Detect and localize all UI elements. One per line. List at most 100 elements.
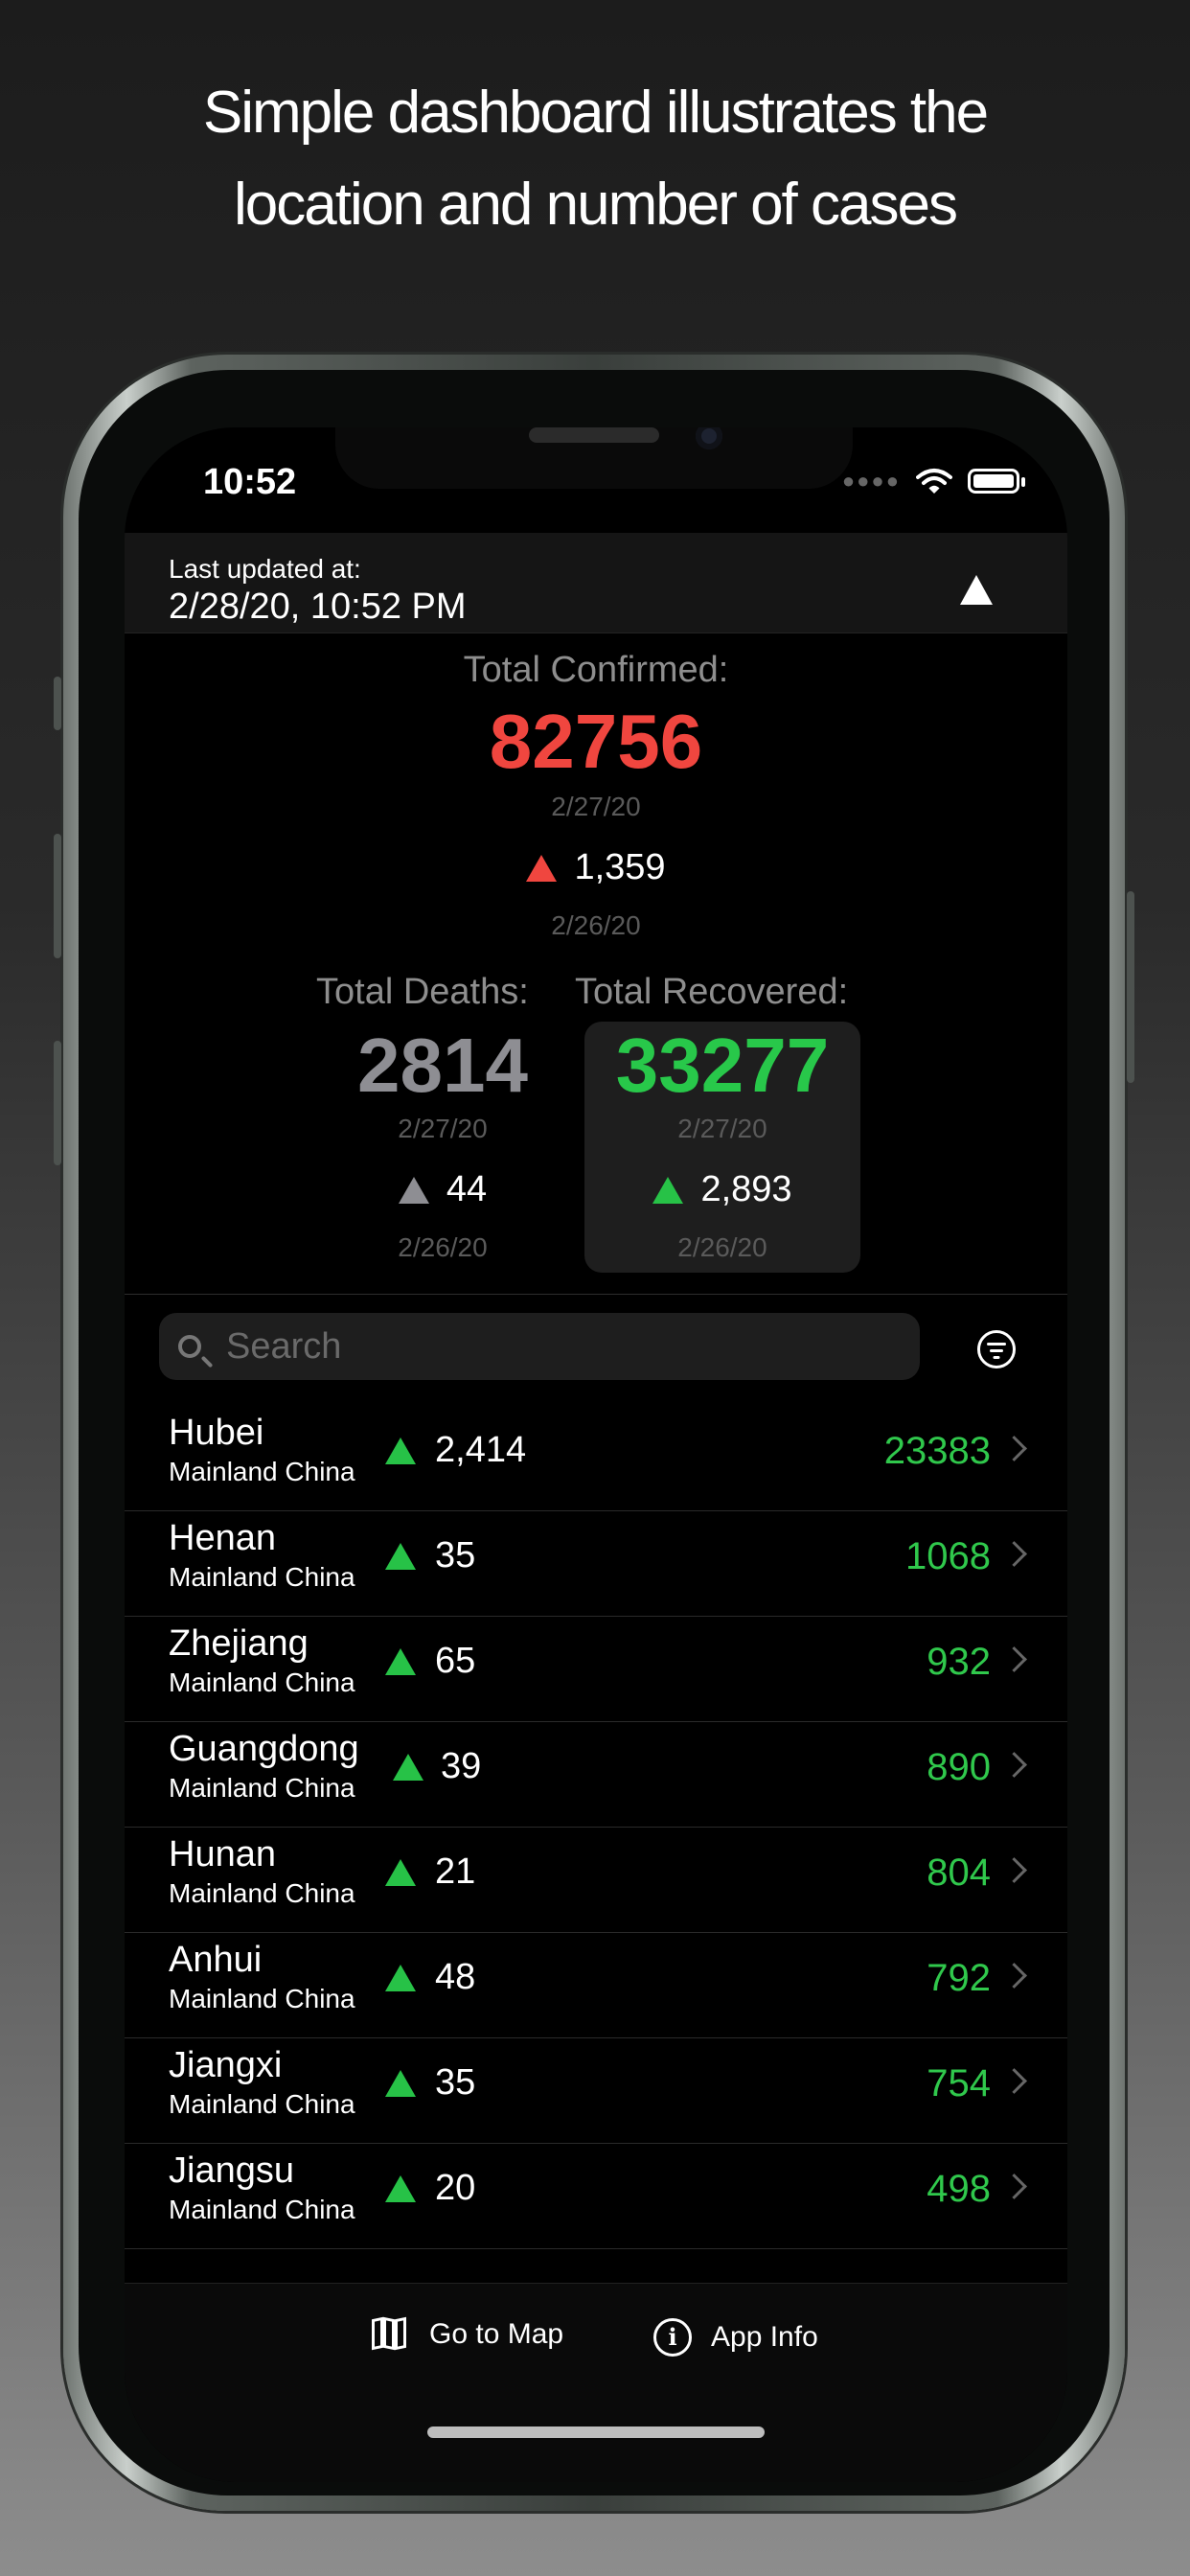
region-country: Mainland China <box>169 1668 355 1697</box>
region-name: Jiangsu <box>169 2150 294 2191</box>
last-updated-date: 2/28/20, 10:52 PM <box>169 586 467 627</box>
app-info-label: App Info <box>711 2321 818 2353</box>
map-icon <box>372 2316 410 2351</box>
list-item[interactable]: Jiangsu Mainland China 20 498 <box>125 2143 1067 2249</box>
region-value: 498 <box>927 2168 991 2210</box>
search-bar[interactable] <box>159 1313 920 1380</box>
search-icon <box>178 1335 201 1358</box>
region-delta: 2,414 <box>435 1430 527 1470</box>
bottom-toolbar: Go to Map i App Info <box>125 2283 1067 2482</box>
region-delta: 35 <box>435 2062 476 2103</box>
deaths-delta: 44 <box>299 1169 586 1210</box>
confirmed-up-icon <box>526 854 558 882</box>
list-item[interactable]: Guangdong Mainland China 39 890 <box>125 1721 1067 1828</box>
power-button <box>1127 891 1134 1083</box>
total-confirmed-value: 82756 <box>489 699 703 784</box>
region-delta: 39 <box>441 1746 482 1786</box>
region-value: 932 <box>927 1641 991 1683</box>
region-delta: 48 <box>435 1957 476 1997</box>
region-country: Mainland China <box>169 1984 355 2013</box>
filter-icon[interactable] <box>977 1330 1016 1368</box>
region-value: 804 <box>927 1852 991 1894</box>
up-triangle-icon <box>385 1438 416 1464</box>
status-icons: ●●●● <box>841 468 1025 494</box>
camera-icon <box>696 427 722 449</box>
status-time: 10:52 <box>203 462 297 502</box>
region-list[interactable]: Hubei Mainland China 2,414 23383 Henan M… <box>125 1405 1067 2287</box>
speaker-grille <box>529 427 659 443</box>
notch <box>335 427 853 489</box>
confirmed-delta-value: 1,359 <box>574 847 666 887</box>
divider <box>125 1294 1067 1295</box>
region-name: Hunan <box>169 1834 276 1874</box>
region-delta: 35 <box>435 1535 476 1576</box>
chevron-right-icon <box>1001 1857 1027 1883</box>
region-name: Zhejiang <box>169 1623 309 1664</box>
region-country: Mainland China <box>169 2089 355 2119</box>
list-item[interactable]: Anhui Mainland China 48 792 <box>125 1932 1067 2038</box>
region-name: Henan <box>169 1518 276 1558</box>
region-value: 792 <box>927 1957 991 1999</box>
up-triangle-icon <box>393 1754 423 1781</box>
headline-line-1: Simple dashboard illustrates the <box>202 80 989 146</box>
volume-down-button <box>54 1041 61 1165</box>
region-delta: 20 <box>435 2168 476 2208</box>
region-value: 23383 <box>883 1430 991 1472</box>
region-country: Mainland China <box>169 1562 355 1592</box>
recovered-delta: 2,893 <box>584 1169 860 1210</box>
up-triangle-icon <box>385 2175 416 2202</box>
region-delta: 21 <box>435 1852 476 1892</box>
go-to-map-button[interactable]: Go to Map <box>372 2316 564 2351</box>
chevron-right-icon <box>1001 1541 1027 1567</box>
cellular-signal-icon: ●●●● <box>841 469 901 493</box>
confirmed-date: 2/27/20 <box>551 792 641 821</box>
confirmed-delta: 1,359 <box>125 847 1067 888</box>
phone-screen: 10:52 ●●●● Last updated at: 2/28/20, 10:… <box>125 427 1067 2482</box>
battery-icon <box>968 469 1025 494</box>
info-icon: i <box>653 2318 692 2357</box>
deaths-delta-date: 2/26/20 <box>398 1232 488 1262</box>
up-triangle-icon <box>385 1965 416 1991</box>
chevron-right-icon <box>1001 2174 1027 2199</box>
region-name: Jiangxi <box>169 2045 283 2085</box>
wifi-icon <box>916 469 952 494</box>
total-recovered-label: Total Recovered: <box>575 972 849 1012</box>
region-name: Anhui <box>169 1940 263 1980</box>
list-item[interactable]: Hunan Mainland China 21 804 <box>125 1827 1067 1933</box>
confirmed-delta-date: 2/26/20 <box>551 910 641 940</box>
deaths-up-icon <box>398 1176 429 1204</box>
last-updated-label: Last updated at: <box>169 554 361 584</box>
region-country: Mainland China <box>169 1878 355 1908</box>
total-confirmed-label: Total Confirmed: <box>463 650 729 690</box>
total-deaths-value: 2814 <box>357 1023 528 1108</box>
up-triangle-icon <box>385 2070 416 2097</box>
home-indicator <box>427 2426 765 2438</box>
list-item[interactable]: Zhejiang Mainland China 65 932 <box>125 1616 1067 1722</box>
list-item[interactable]: Jiangxi Mainland China 35 754 <box>125 2037 1067 2144</box>
deaths-delta-value: 44 <box>446 1169 488 1209</box>
chevron-right-icon <box>1001 1963 1027 1989</box>
up-triangle-icon <box>385 1859 416 1886</box>
region-value: 754 <box>927 2062 991 2104</box>
chevron-right-icon <box>1001 2068 1027 2094</box>
search-input[interactable] <box>224 1324 880 1368</box>
up-triangle-icon <box>385 1648 416 1675</box>
sort-triangle-icon[interactable] <box>960 575 993 605</box>
region-name: Guangdong <box>169 1729 359 1769</box>
recovered-delta-value: 2,893 <box>700 1169 792 1209</box>
volume-up-button <box>54 834 61 958</box>
recovered-up-icon <box>652 1176 684 1204</box>
deaths-date: 2/27/20 <box>398 1114 488 1143</box>
chevron-right-icon <box>1001 1646 1027 1672</box>
recovered-date: 2/27/20 <box>677 1114 767 1143</box>
region-delta: 65 <box>435 1641 476 1681</box>
recovered-delta-date: 2/26/20 <box>677 1232 767 1262</box>
region-country: Mainland China <box>169 2195 355 2224</box>
list-item[interactable]: Hubei Mainland China 2,414 23383 <box>125 1405 1067 1511</box>
list-item[interactable]: Henan Mainland China 35 1068 <box>125 1510 1067 1617</box>
region-name: Hubei <box>169 1413 264 1453</box>
go-to-map-label: Go to Map <box>429 2318 564 2350</box>
region-country: Mainland China <box>169 1457 355 1486</box>
mute-switch <box>54 677 61 730</box>
app-info-button[interactable]: i App Info <box>653 2318 818 2357</box>
